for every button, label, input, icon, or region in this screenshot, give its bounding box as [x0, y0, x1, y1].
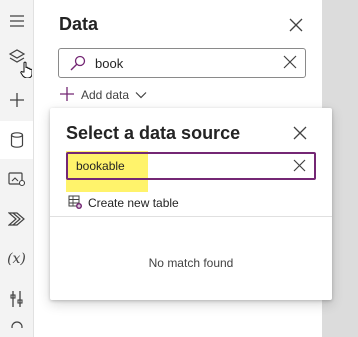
database-icon[interactable]: [0, 121, 33, 159]
data-search-input[interactable]: book: [58, 48, 306, 78]
close-icon[interactable]: [288, 121, 312, 145]
media-icon[interactable]: [0, 160, 33, 198]
tools-icon[interactable]: [0, 280, 33, 318]
plus-icon[interactable]: [0, 81, 33, 119]
left-rail: (x): [0, 0, 34, 337]
add-data-label: Add data: [81, 88, 130, 102]
variables-icon[interactable]: (x): [0, 240, 33, 278]
hand-cursor-icon: [19, 61, 32, 78]
close-icon[interactable]: [284, 13, 308, 37]
power-automate-icon[interactable]: [0, 200, 33, 238]
search-icon[interactable]: [0, 318, 33, 337]
data-source-search-input[interactable]: bookable: [66, 152, 316, 180]
select-data-source-dialog: Select a data source bookable Create new…: [50, 108, 332, 300]
chevron-down-icon: [135, 88, 147, 102]
hamburger-menu-icon[interactable]: [0, 2, 33, 40]
add-data-button[interactable]: Add data: [60, 86, 147, 104]
panel-title: Data: [59, 14, 99, 34]
clear-icon[interactable]: [283, 55, 297, 74]
search-value: book: [95, 56, 124, 71]
plus-icon: [60, 86, 74, 104]
create-table-label: Create new table: [88, 196, 179, 210]
create-new-table-button[interactable]: Create new table: [68, 195, 179, 211]
layers-icon[interactable]: [0, 41, 33, 79]
table-add-icon: [68, 195, 82, 212]
search-value: bookable: [76, 159, 125, 173]
search-icon: [69, 55, 87, 76]
dialog-title: Select a data source: [66, 123, 241, 143]
empty-state-message: No match found: [148, 256, 234, 270]
divider: [50, 216, 332, 217]
clear-icon[interactable]: [293, 159, 306, 177]
